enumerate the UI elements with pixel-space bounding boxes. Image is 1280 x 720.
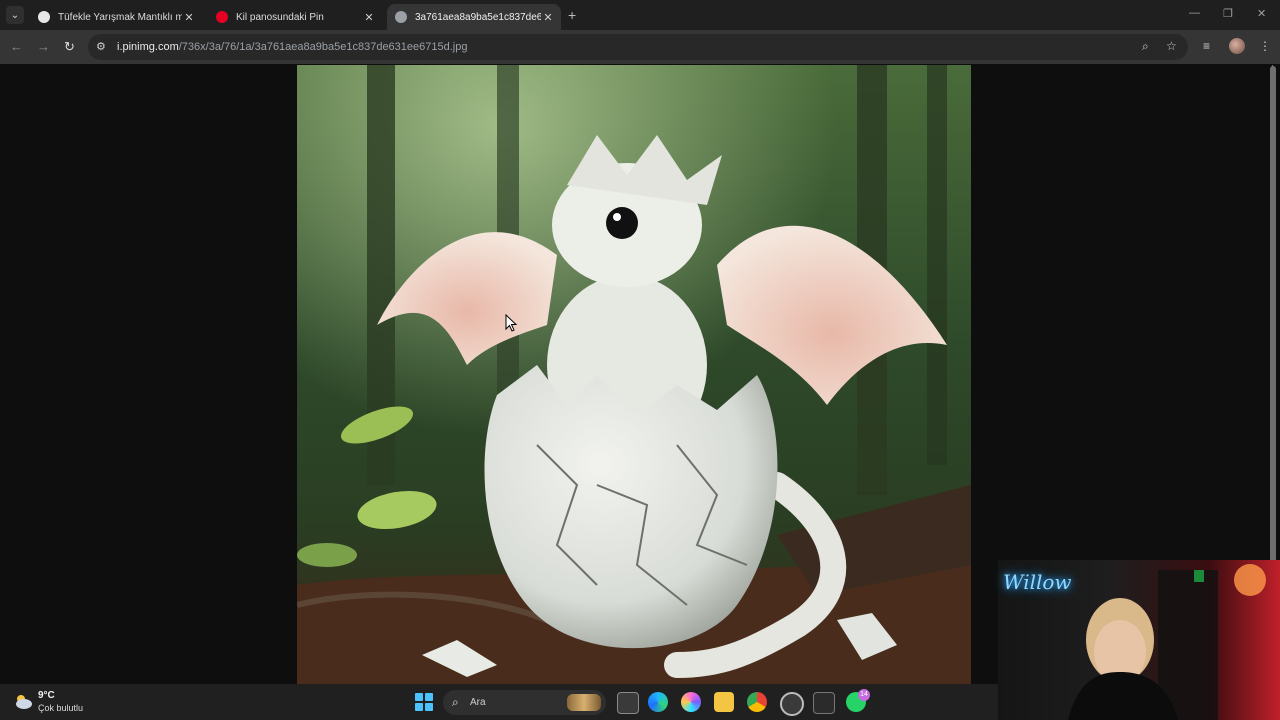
media-controls-icon[interactable]: ≡ [1203, 39, 1210, 53]
globe-icon [395, 11, 407, 23]
reload-icon[interactable]: ↻ [64, 39, 75, 55]
minimize-icon[interactable]: — [1189, 7, 1200, 19]
tab-1[interactable]: Tüfekle Yarışmak Mantıklı mı ✕ [30, 4, 202, 30]
tab-title: Kil panosundaki Pin [236, 11, 324, 23]
chevron-down-icon: ⌄ [10, 9, 20, 21]
edge-icon[interactable] [648, 692, 668, 712]
cloudy-weather-icon[interactable] [12, 692, 34, 710]
back-icon[interactable]: ← [10, 39, 23, 54]
tab-search-button[interactable]: ⌄ [6, 6, 24, 24]
file-explorer-icon[interactable] [714, 692, 734, 712]
url-text[interactable]: i.pinimg.com/736x/3a/76/1a/3a761aea8a9ba… [117, 41, 467, 53]
profile-avatar[interactable] [1229, 38, 1245, 54]
tab-close-button[interactable]: ✕ [182, 11, 196, 24]
zoom-icon[interactable]: ⌕ [1142, 39, 1149, 54]
site-info-icon[interactable]: ⚙ [96, 40, 106, 53]
search-placeholder: Ara [470, 697, 486, 708]
task-view-icon[interactable] [617, 692, 639, 714]
weather-temperature[interactable]: 9°C [38, 690, 55, 701]
tab-title: 3a761aea8a9ba5e1c837de631ee6715d.jpg [415, 11, 541, 23]
tab-close-button[interactable]: ✕ [362, 11, 376, 24]
search-highlight-image [567, 694, 601, 711]
url-host: i.pinimg.com [117, 41, 179, 53]
terminal-icon[interactable] [813, 692, 835, 714]
url-path: /736x/3a/76/1a/3a761aea8a9ba5e1c837de631… [178, 41, 468, 53]
weather-condition[interactable]: Çok bulutlu [38, 703, 83, 713]
mouse-pointer-icon [505, 314, 517, 332]
browser-toolbar: ← → ↻ ⚙ i.pinimg.com/736x/3a/76/1a/3a761… [0, 30, 1280, 64]
chatgpt-icon [38, 11, 50, 23]
tab-2[interactable]: Kil panosundaki Pin ✕ [208, 4, 382, 30]
search-icon: ⌕ [452, 695, 459, 709]
menu-kebab-icon[interactable]: ⋮ [1259, 39, 1271, 53]
copilot-icon[interactable] [681, 692, 701, 712]
tab-strip: ⌄ Tüfekle Yarışmak Mantıklı mı ✕ Kil pan… [0, 0, 1280, 30]
forward-icon[interactable]: → [37, 39, 50, 54]
restore-icon[interactable]: ❐ [1223, 7, 1233, 20]
obs-icon[interactable] [780, 692, 804, 716]
tab-3-active[interactable]: 3a761aea8a9ba5e1c837de631ee6715d.jpg ✕ [387, 4, 561, 30]
bookmark-star-icon[interactable]: ☆ [1166, 39, 1177, 53]
start-button[interactable] [415, 693, 433, 711]
scrollbar-thumb[interactable] [1270, 66, 1276, 562]
dragon-egg-image [297, 65, 971, 684]
notification-badge: 14 [858, 689, 870, 701]
tab-close-button[interactable]: ✕ [541, 11, 555, 24]
neon-sign: Willow [1003, 570, 1072, 594]
pinterest-icon [216, 11, 228, 23]
new-tab-icon[interactable]: + [568, 7, 576, 23]
taskbar-search[interactable]: ⌕ Ara [443, 690, 606, 715]
close-window-icon[interactable]: ✕ [1257, 7, 1266, 20]
chrome-icon[interactable] [747, 692, 767, 712]
tab-title: Tüfekle Yarışmak Mantıklı mı [58, 11, 182, 23]
